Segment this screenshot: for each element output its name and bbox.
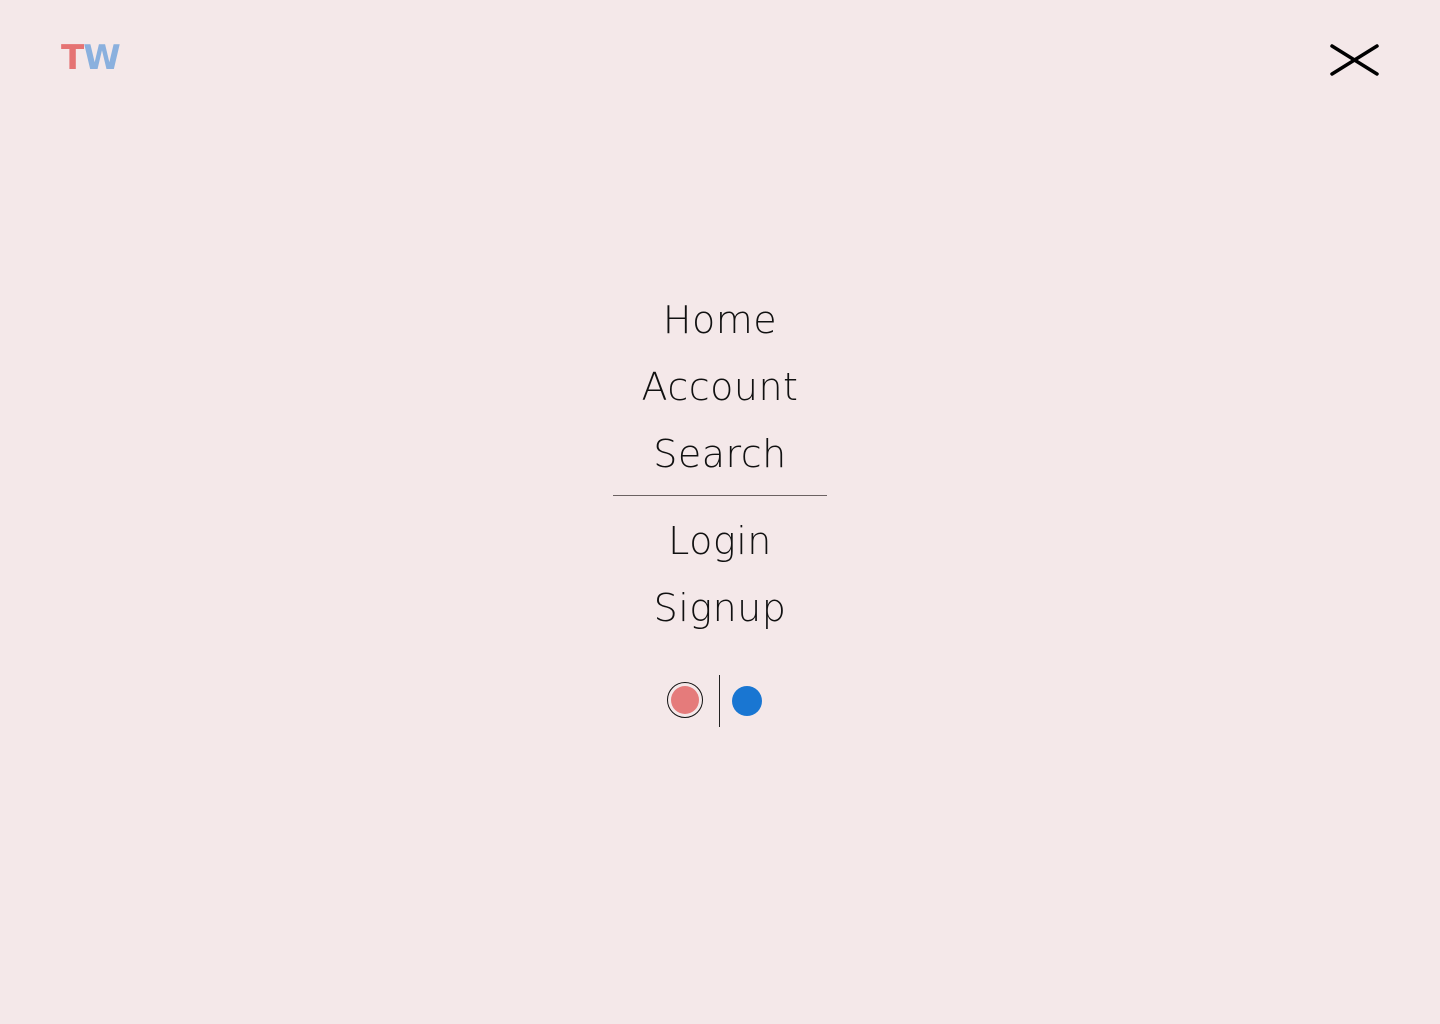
logo-letter-w: W (83, 38, 121, 78)
menu-item-login[interactable]: Login (570, 515, 870, 567)
theme-switch-divider (719, 675, 720, 727)
theme-option-blue[interactable] (732, 686, 762, 716)
menu-item-account[interactable]: Account (570, 361, 870, 413)
menu-item-search[interactable]: Search (570, 428, 870, 480)
nav-menu: Home Account Search Login Signup (0, 294, 1440, 649)
menu-item-home[interactable]: Home (570, 294, 870, 346)
close-button[interactable] (1328, 40, 1382, 80)
theme-switch (666, 675, 766, 727)
menu-divider (613, 495, 827, 496)
logo-letter-t: T (61, 38, 84, 78)
close-icon (1330, 44, 1379, 76)
menu-item-signup[interactable]: Signup (570, 582, 870, 634)
logo[interactable]: TW (61, 38, 121, 78)
theme-option-red-swatch (671, 686, 699, 714)
theme-option-red[interactable] (667, 682, 703, 718)
